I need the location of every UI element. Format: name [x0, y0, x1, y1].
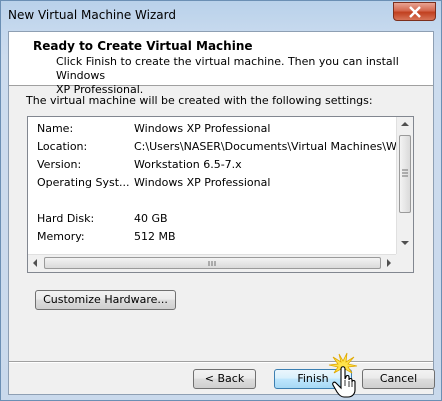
settings-row-name: Name: Windows XP Professional	[28, 119, 397, 137]
row-value: 512 MB	[134, 230, 176, 243]
horizontal-scroll-thumb[interactable]	[44, 257, 381, 269]
settings-intro: The virtual machine will be created with…	[26, 94, 373, 107]
horizontal-scrollbar[interactable]	[28, 254, 397, 272]
vertical-scroll-thumb[interactable]	[399, 135, 411, 213]
close-icon	[409, 6, 421, 18]
footer-divider	[9, 361, 433, 363]
cancel-button[interactable]: Cancel	[362, 369, 435, 389]
wizard-window: New Virtual Machine Wizard Ready to Crea…	[0, 0, 442, 401]
wizard-header: Ready to Create Virtual Machine Click Fi…	[9, 32, 433, 96]
page-description: Click Finish to create the virtual machi…	[56, 55, 416, 97]
scroll-up-arrow-icon[interactable]	[401, 122, 409, 126]
row-key: Operating Syst...	[37, 176, 130, 189]
close-button[interactable]	[393, 2, 436, 21]
row-key: Name:	[37, 122, 74, 135]
row-value: Workstation 6.5-7.x	[134, 158, 242, 171]
wizard-client-area: Ready to Create Virtual Machine Click Fi…	[8, 31, 435, 395]
settings-rows: Name: Windows XP Professional Location: …	[28, 117, 397, 254]
row-key: Hard Disk:	[37, 212, 95, 225]
row-value: Windows XP Professional	[134, 122, 271, 135]
scroll-down-arrow-icon[interactable]	[401, 241, 409, 245]
settings-row-version: Version: Workstation 6.5-7.x	[28, 155, 397, 173]
page-title: Ready to Create Virtual Machine	[33, 39, 253, 53]
hand-pointer-icon	[328, 352, 358, 398]
row-key: Memory:	[37, 230, 85, 243]
row-key: Location:	[37, 140, 88, 153]
back-button[interactable]: < Back	[193, 369, 256, 389]
description-line-1: Click Finish to create the virtual machi…	[56, 55, 399, 82]
grip-icon	[402, 169, 408, 177]
title-bar[interactable]: New Virtual Machine Wizard	[1, 1, 441, 31]
customize-hardware-button[interactable]: Customize Hardware...	[35, 290, 176, 310]
settings-row-memory: Memory: 512 MB	[28, 227, 397, 245]
settings-list[interactable]: Name: Windows XP Professional Location: …	[27, 116, 414, 273]
settings-row-hard-disk: Hard Disk: 40 GB	[28, 209, 397, 227]
vertical-scrollbar[interactable]	[396, 117, 413, 255]
row-key: Version:	[37, 158, 82, 171]
scrollbar-corner	[396, 254, 413, 272]
row-value: C:\Users\NASER\Documents\Virtual Machine…	[134, 140, 397, 153]
scroll-right-arrow-icon[interactable]	[387, 259, 391, 267]
window-title: New Virtual Machine Wizard	[8, 8, 176, 22]
settings-row-location: Location: C:\Users\NASER\Documents\Virtu…	[28, 137, 397, 155]
grip-icon	[208, 261, 216, 266]
row-value: 40 GB	[134, 212, 168, 225]
settings-row-os: Operating Syst... Windows XP Professiona…	[28, 173, 397, 191]
row-value: Windows XP Professional	[134, 176, 271, 189]
scroll-left-arrow-icon[interactable]	[33, 259, 37, 267]
